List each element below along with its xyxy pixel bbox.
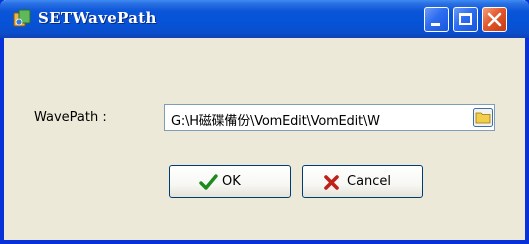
- minimize-button[interactable]: [424, 7, 449, 32]
- app-icon: [13, 9, 31, 27]
- dialog-body: WavePath : G:\H磁碟備份\VomEdit\VomEdit\W OK…: [4, 38, 525, 240]
- folder-icon[interactable]: [473, 108, 493, 127]
- close-button[interactable]: [482, 7, 507, 32]
- close-icon: [487, 12, 502, 27]
- cancel-button[interactable]: Cancel: [302, 165, 423, 198]
- cancel-label: Cancel: [347, 174, 392, 189]
- titlebar[interactable]: SETWavePath: [0, 0, 529, 38]
- ok-button[interactable]: OK: [169, 165, 291, 198]
- setwavepath-dialog: SETWavePath WavePath : G:\H磁碟備份\VomEdit\…: [0, 0, 529, 244]
- wavepath-value: G:\H磁碟備份\VomEdit\VomEdit\W: [171, 114, 380, 129]
- wavepath-input[interactable]: G:\H磁碟備份\VomEdit\VomEdit\W: [164, 104, 495, 131]
- maximize-icon: [459, 13, 472, 25]
- maximize-button[interactable]: [453, 7, 478, 32]
- ok-label: OK: [222, 174, 241, 189]
- x-icon: [324, 175, 339, 190]
- wavepath-label: WavePath :: [34, 110, 107, 125]
- window-title: SETWavePath: [38, 9, 157, 27]
- check-icon: [199, 174, 218, 190]
- minimize-icon: [431, 23, 440, 26]
